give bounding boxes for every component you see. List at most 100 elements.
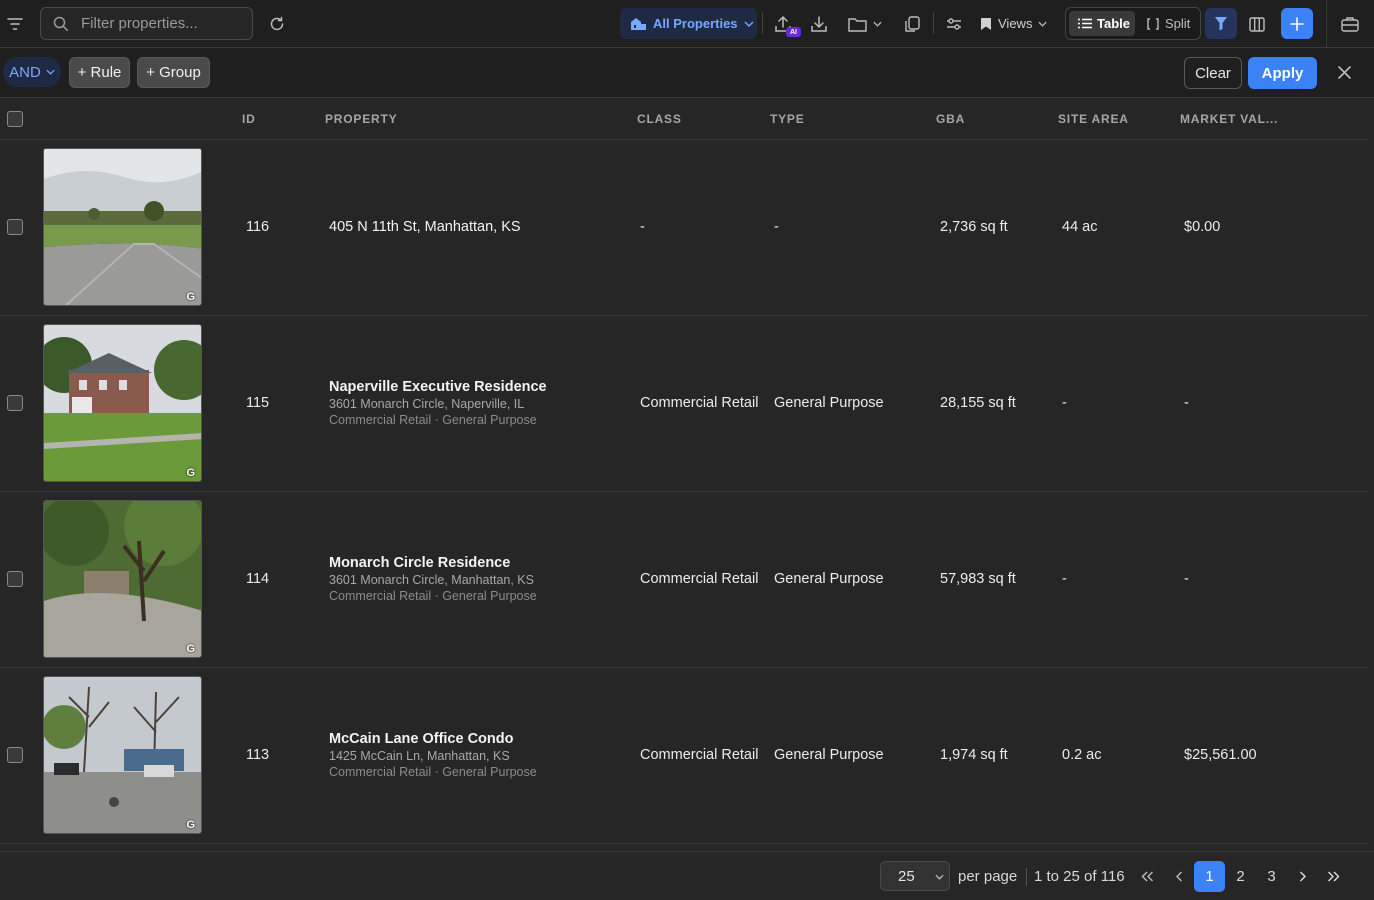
- first-page-button[interactable]: [1132, 861, 1163, 892]
- split-view-label: Split: [1165, 16, 1191, 31]
- clear-button[interactable]: Clear: [1184, 57, 1242, 89]
- cell-type: General Purpose: [774, 747, 884, 763]
- cell-id: 114: [246, 571, 270, 587]
- logic-operator-dropdown[interactable]: AND: [3, 57, 61, 87]
- row-checkbox[interactable]: [7, 571, 23, 587]
- table-row[interactable]: G 114 Monarch Circle Residence 3601 Mona…: [0, 492, 1368, 668]
- column-header-gba[interactable]: GBA: [936, 112, 965, 126]
- page-button-3[interactable]: 3: [1256, 861, 1287, 892]
- column-header-id[interactable]: ID: [242, 112, 256, 126]
- add-rule-button[interactable]: + Rule: [69, 57, 130, 88]
- cell-type: -: [774, 219, 779, 235]
- all-properties-dropdown[interactable]: All Properties: [620, 8, 757, 39]
- apply-button[interactable]: Apply: [1248, 57, 1317, 89]
- property-address: 1425 McCain Ln, Manhattan, KS: [329, 749, 510, 763]
- bookmark-icon: [981, 17, 991, 30]
- property-subtitle: Commercial Retail · General Purpose: [329, 413, 537, 427]
- sliders-icon[interactable]: [943, 13, 965, 35]
- chevron-down-icon: [1038, 21, 1047, 27]
- per-page-label: per page: [958, 868, 1018, 885]
- views-dropdown[interactable]: Views: [980, 8, 1047, 39]
- add-group-button[interactable]: + Group: [137, 57, 210, 88]
- table-row[interactable]: G 116 405 N 11th St, Manhattan, KS - - 2…: [0, 140, 1368, 316]
- folder-icon: [848, 17, 867, 32]
- cell-class: Commercial Retail: [640, 747, 759, 763]
- cell-class: -: [640, 219, 645, 235]
- cell-market-value: -: [1184, 395, 1189, 411]
- table-row[interactable]: G 113 McCain Lane Office Condo 1425 McCa…: [0, 668, 1368, 844]
- pagination-divider: [1026, 868, 1027, 886]
- cell-gba: 28,155 sq ft: [940, 395, 1016, 411]
- filter-toggle-button[interactable]: [1205, 8, 1237, 39]
- row-checkbox[interactable]: [7, 747, 23, 763]
- top-toolbar: All Properties AI Views Table Split: [0, 0, 1374, 48]
- column-header-site-area[interactable]: SITE AREA: [1058, 112, 1129, 126]
- filter-bar: AND + Rule + Group Clear Apply: [0, 48, 1374, 98]
- split-view-button[interactable]: Split: [1140, 11, 1198, 36]
- cell-id: 116: [246, 219, 270, 235]
- cell-site-area: 0.2 ac: [1062, 747, 1102, 763]
- property-name[interactable]: Monarch Circle Residence: [329, 555, 510, 571]
- cell-class: Commercial Retail: [640, 395, 759, 411]
- cell-market-value: $25,561.00: [1184, 747, 1257, 763]
- pagination-bar: 25 per page 1 to 25 of 116 1 2 3: [0, 851, 1374, 900]
- search-input[interactable]: [81, 15, 241, 32]
- table-header: ID PROPERTY CLASS TYPE GBA SITE AREA MAR…: [0, 98, 1368, 140]
- table-view-label: Table: [1097, 16, 1130, 31]
- property-name[interactable]: McCain Lane Office Condo: [329, 731, 514, 747]
- property-name[interactable]: Naperville Executive Residence: [329, 379, 547, 395]
- property-subtitle: Commercial Retail · General Purpose: [329, 589, 537, 603]
- google-mark: G: [186, 291, 195, 303]
- cell-gba: 2,736 sq ft: [940, 219, 1008, 235]
- page-button-2[interactable]: 2: [1225, 861, 1256, 892]
- funnel-icon: [1215, 17, 1227, 31]
- column-header-market-value[interactable]: MARKET VAL...: [1180, 112, 1278, 126]
- close-icon[interactable]: [1333, 61, 1355, 83]
- property-address: 3601 Monarch Circle, Naperville, IL: [329, 397, 525, 411]
- page-button-1[interactable]: 1: [1194, 861, 1225, 892]
- next-page-button[interactable]: [1287, 861, 1318, 892]
- folder-dropdown[interactable]: [845, 13, 885, 35]
- property-name[interactable]: 405 N 11th St, Manhattan, KS: [329, 219, 521, 235]
- property-thumbnail[interactable]: G: [43, 500, 202, 658]
- per-page-value: 25: [898, 867, 915, 885]
- chevron-down-icon: [935, 874, 944, 880]
- columns-icon[interactable]: [1246, 13, 1268, 35]
- google-mark: G: [186, 819, 195, 831]
- toolbar-divider: [1326, 0, 1327, 48]
- toolbar-divider: [762, 13, 763, 34]
- property-thumbnail[interactable]: G: [43, 676, 202, 834]
- per-page-select[interactable]: 25: [880, 861, 950, 891]
- prev-page-button[interactable]: [1163, 861, 1194, 892]
- cell-site-area: -: [1062, 395, 1067, 411]
- copy-icon[interactable]: [901, 13, 923, 35]
- table-view-button[interactable]: Table: [1069, 11, 1135, 36]
- chevron-down-icon: [46, 69, 55, 75]
- views-label: Views: [998, 16, 1033, 31]
- column-header-class[interactable]: CLASS: [637, 112, 682, 126]
- chevron-right-icon: [1299, 871, 1306, 882]
- chevrons-left-icon: [1141, 871, 1153, 882]
- refresh-icon[interactable]: [266, 13, 288, 35]
- ai-badge: AI: [786, 27, 801, 37]
- column-header-property[interactable]: PROPERTY: [325, 112, 397, 126]
- logic-operator-label: AND: [9, 63, 41, 81]
- table-row[interactable]: G 115 Naperville Executive Residence 360…: [0, 316, 1368, 492]
- add-property-button[interactable]: [1281, 8, 1313, 39]
- column-header-type[interactable]: TYPE: [770, 112, 805, 126]
- cell-id: 115: [246, 395, 270, 411]
- property-thumbnail[interactable]: G: [43, 148, 202, 306]
- cell-market-value: -: [1184, 571, 1189, 587]
- search-icon: [53, 16, 69, 31]
- briefcase-icon[interactable]: [1339, 13, 1361, 35]
- plus-icon: [1290, 16, 1304, 31]
- download-icon[interactable]: [808, 13, 830, 35]
- last-page-button[interactable]: [1318, 861, 1349, 892]
- row-checkbox[interactable]: [7, 395, 23, 411]
- property-thumbnail[interactable]: G: [43, 324, 202, 482]
- menu-filter-icon[interactable]: [5, 14, 25, 34]
- select-all-checkbox[interactable]: [7, 111, 23, 127]
- toolbar-divider: [933, 13, 934, 34]
- row-checkbox[interactable]: [7, 219, 23, 235]
- property-address: 3601 Monarch Circle, Manhattan, KS: [329, 573, 534, 587]
